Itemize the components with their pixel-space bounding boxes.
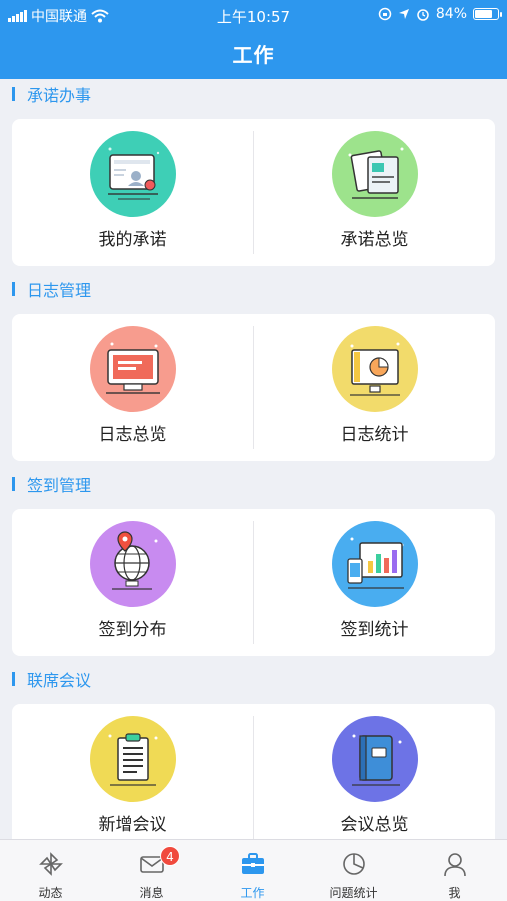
section-header: 承诺办事	[0, 79, 507, 109]
globe-location-icon	[90, 521, 176, 607]
tile-new-meeting[interactable]: 新增会议	[12, 704, 253, 839]
tab-issue-statistics[interactable]: 问题统计	[303, 840, 404, 901]
bar-chart-board-icon	[332, 521, 418, 607]
tile-my-commitment[interactable]: 我的承诺	[12, 119, 253, 266]
status-bar: 中国联通 上午10:57 84%	[0, 0, 507, 28]
tab-label: 我	[448, 886, 461, 900]
battery-icon	[473, 8, 502, 20]
unread-badge: 4	[160, 846, 180, 866]
section-card: 日志总览 日志统计	[12, 314, 495, 461]
tile-log-overview[interactable]: 日志总览	[12, 314, 253, 461]
pie-chart-board-icon	[332, 326, 418, 412]
tab-label: 问题统计	[329, 886, 378, 900]
documents-icon	[332, 131, 418, 217]
section-card: 签到分布 签到统计	[12, 509, 495, 656]
tile-label: 我的承诺	[98, 230, 167, 250]
monitor-icon	[90, 326, 176, 412]
tab-label: 动态	[38, 886, 63, 900]
section-title: 承诺办事	[27, 86, 92, 105]
tile-label: 日志总览	[98, 425, 167, 445]
battery-percent: 84%	[435, 6, 467, 22]
section-accent-bar	[12, 477, 15, 491]
tile-checkin-distribution[interactable]: 签到分布	[12, 509, 253, 656]
tile-label: 承诺总览	[340, 230, 409, 250]
tab-label: 消息	[139, 886, 164, 900]
alarm-icon	[417, 9, 429, 21]
pie-icon	[343, 853, 365, 875]
tab-dynamics[interactable]: 动态	[0, 840, 101, 901]
tile-label: 会议总览	[340, 815, 409, 835]
section-header: 联席会议	[0, 664, 507, 694]
rotation-lock-icon	[378, 7, 392, 21]
section-title: 联席会议	[27, 671, 92, 690]
section-header: 日志管理	[0, 274, 507, 304]
work-content: 承诺办事 我的承诺 承诺总览 日志管理 日志总览 日志统计 签到管理 签到分布 …	[0, 79, 507, 839]
section-card: 我的承诺 承诺总览	[12, 119, 495, 266]
top-bar: 中国联通 上午10:57 84% 工作	[0, 0, 507, 79]
tile-checkin-statistics[interactable]: 签到统计	[254, 509, 495, 656]
tab-work[interactable]: 工作	[202, 840, 303, 901]
tile-meeting-overview[interactable]: 会议总览	[254, 704, 495, 839]
tile-label: 签到统计	[340, 620, 409, 640]
book-icon	[332, 716, 418, 802]
tile-commitment-overview[interactable]: 承诺总览	[254, 119, 495, 266]
tile-label: 日志统计	[340, 425, 409, 445]
section-card: 新增会议 会议总览	[12, 704, 495, 839]
clipboard-icon	[90, 716, 176, 802]
section-accent-bar	[12, 282, 15, 296]
tab-bar: 动态 4 消息 工作 问题统计 我	[0, 839, 507, 901]
tile-label: 新增会议	[98, 815, 167, 835]
id-card-icon	[90, 131, 176, 217]
tab-label: 工作	[240, 886, 265, 900]
user-icon	[444, 853, 466, 877]
section-accent-bar	[12, 672, 15, 686]
tab-messages[interactable]: 4 消息	[101, 840, 202, 901]
section-title: 签到管理	[27, 476, 92, 495]
tab-me[interactable]: 我	[404, 840, 505, 901]
section-header: 签到管理	[0, 469, 507, 499]
section-accent-bar	[12, 87, 15, 101]
pinwheel-icon	[39, 852, 63, 876]
briefcase-icon	[242, 853, 264, 874]
tile-log-statistics[interactable]: 日志统计	[254, 314, 495, 461]
tile-label: 签到分布	[98, 620, 167, 640]
section-title: 日志管理	[27, 281, 92, 300]
location-arrow-icon	[398, 9, 409, 19]
page-title: 工作	[232, 43, 275, 67]
